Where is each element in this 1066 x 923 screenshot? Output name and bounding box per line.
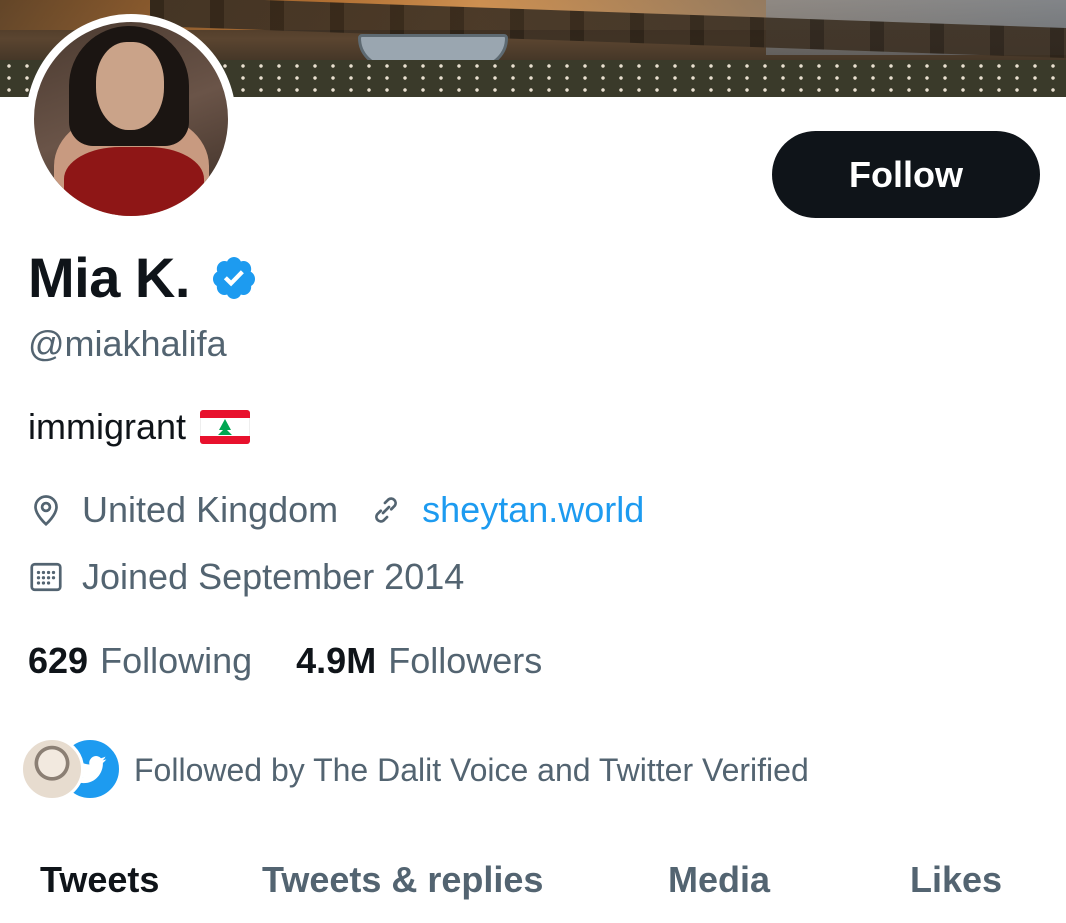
profile-handle: @miakhalifa: [28, 323, 227, 364]
tab-tweets-replies[interactable]: Tweets & replies: [262, 859, 543, 901]
followers-stat[interactable]: 4.9M Followers: [296, 639, 542, 683]
bio-text: immigrant: [28, 406, 187, 447]
followed-by-avatars: [20, 737, 122, 803]
follower-avatar-dalit-voice: [20, 737, 84, 801]
avatar-top: [64, 147, 204, 216]
joined-text: Joined September 2014: [82, 556, 465, 597]
profile-bio: immigrant: [28, 405, 251, 449]
following-stat[interactable]: 629 Following: [28, 639, 252, 683]
calendar-icon: [30, 562, 62, 592]
display-name: Mia K.: [28, 246, 190, 309]
followers-count: 4.9M: [296, 640, 377, 681]
location-text: United Kingdom: [82, 489, 339, 530]
tab-media[interactable]: Media: [668, 859, 770, 901]
followed-by-text: Followed by The Dalit Voice and Twitter …: [134, 751, 809, 788]
followed-by-row[interactable]: Followed by The Dalit Voice and Twitter …: [20, 737, 809, 803]
location-pin-icon: [34, 495, 58, 527]
following-label: Following: [100, 640, 253, 681]
meta-row-joined: Joined September 2014: [28, 555, 464, 599]
verified-badge-icon[interactable]: [210, 254, 258, 302]
following-count: 629: [28, 640, 89, 681]
profile-avatar[interactable]: [26, 14, 236, 224]
follow-button[interactable]: Follow: [772, 131, 1040, 218]
profile-tabs: Tweets Tweets & replies Media Likes: [0, 845, 1066, 923]
followers-label: Followers: [388, 640, 543, 681]
meta-row-location: United Kingdom sheytan.world: [28, 488, 644, 532]
website-link[interactable]: sheytan.world: [422, 488, 644, 532]
follow-stats: 629 Following 4.9M Followers: [28, 639, 542, 683]
avatar-face: [96, 42, 164, 130]
lebanon-flag-icon: [200, 410, 251, 444]
link-icon: [375, 497, 398, 523]
tab-likes[interactable]: Likes: [910, 859, 1002, 901]
name-row: Mia K.: [28, 246, 258, 310]
tab-tweets[interactable]: Tweets: [40, 859, 159, 901]
